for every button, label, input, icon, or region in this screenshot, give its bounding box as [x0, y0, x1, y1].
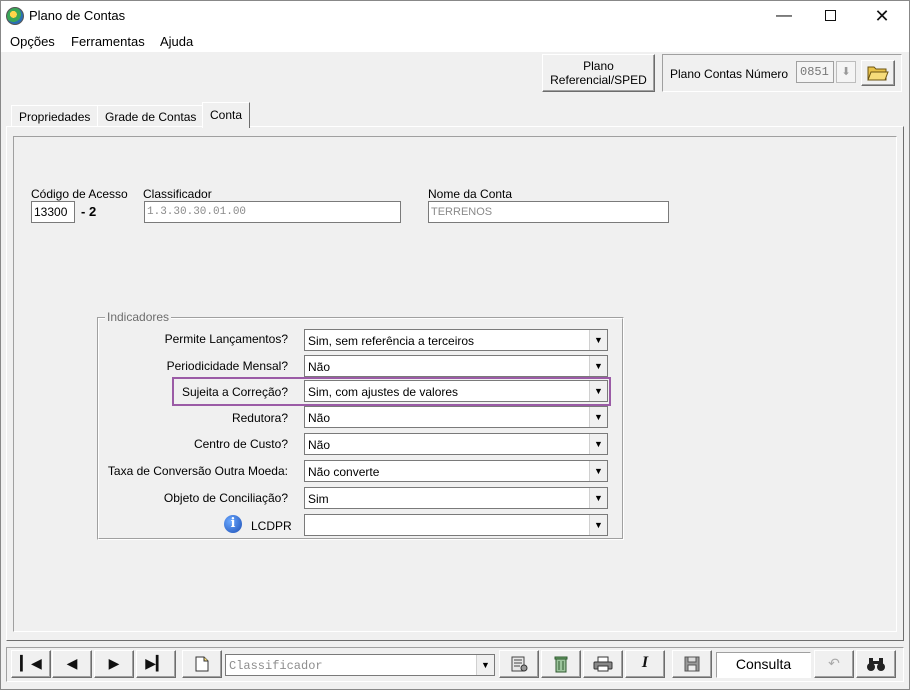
centro-custo-select[interactable]: Não ▼ — [304, 433, 608, 455]
save-button[interactable] — [672, 650, 712, 678]
permite-lancamentos-label: Permite Lançamentos? — [164, 332, 288, 346]
menu-opcoes[interactable]: Opções — [10, 34, 55, 49]
folder-open-icon — [867, 66, 889, 81]
objeto-conciliacao-value: Sim — [308, 492, 329, 506]
plano-referencial-line2: Referencial/SPED — [550, 73, 647, 87]
codigo-acesso-label: Código de Acesso — [31, 187, 128, 201]
objeto-conciliacao-select[interactable]: Sim ▼ — [304, 487, 608, 509]
menu-bar: Opções Ferramentas Ajuda — [1, 31, 909, 52]
close-button[interactable]: ✕ — [859, 1, 905, 31]
taxa-conversao-select[interactable]: Não converte ▼ — [304, 460, 608, 482]
options-icon — [511, 656, 528, 672]
tab-propriedades[interactable]: Propriedades — [11, 105, 99, 127]
window: Plano de Contas — ✕ Opções Ferramentas A… — [0, 0, 910, 690]
plano-contas-number-field[interactable]: 0851 — [796, 61, 834, 83]
chevron-down-icon[interactable]: ▼ — [589, 407, 607, 427]
prev-record-button[interactable]: ◀ — [52, 650, 92, 678]
indicadores-title: Indicadores — [105, 310, 172, 324]
nome-conta-label: Nome da Conta — [428, 187, 513, 201]
menu-ferramentas[interactable]: Ferramentas — [71, 34, 145, 49]
chevron-down-icon[interactable]: ▼ — [589, 356, 607, 376]
first-record-button[interactable]: ▎◀ — [11, 650, 51, 678]
last-record-icon: ▶▎ — [145, 655, 167, 671]
sujeita-correcao-value: Sim, com ajustes de valores — [308, 385, 459, 399]
italic-button[interactable]: I — [625, 650, 665, 678]
lcdpr-select[interactable]: ▼ — [304, 514, 608, 536]
maximize-button[interactable] — [807, 1, 853, 31]
permite-lancamentos-value: Sim, sem referência a terceiros — [308, 334, 475, 348]
info-icon[interactable]: i — [224, 515, 242, 533]
open-folder-button[interactable] — [861, 60, 895, 86]
chevron-down-icon[interactable]: ▼ — [589, 381, 607, 401]
title-bar: Plano de Contas — ✕ — [1, 1, 909, 31]
download-arrow-icon[interactable]: ⬇ — [836, 61, 856, 83]
redutora-value: Não — [308, 411, 331, 425]
sujeita-correcao-select[interactable]: Sim, com ajustes de valores ▼ — [304, 380, 608, 402]
plano-contas-group: Plano Contas Número 0851 ⬇ — [662, 54, 902, 92]
classificador-search-select[interactable]: Classificador ▼ — [225, 654, 495, 676]
taxa-conversao-label: Taxa de Conversão Outra Moeda: — [107, 464, 288, 478]
italic-icon: I — [641, 654, 649, 671]
first-record-icon: ▎◀ — [20, 655, 42, 671]
minimize-button[interactable]: — — [761, 1, 807, 31]
codigo-digit: - 2 — [81, 204, 97, 219]
periodicidade-mensal-select[interactable]: Não ▼ — [304, 355, 608, 377]
periodicidade-mensal-value: Não — [308, 360, 331, 374]
undo-icon: ↶ — [828, 655, 840, 671]
search-button[interactable] — [856, 650, 896, 678]
mode-indicator: Consulta — [716, 652, 811, 678]
chevron-down-icon[interactable]: ▼ — [589, 330, 607, 350]
next-record-icon: ▶ — [108, 655, 120, 671]
tab-grade-de-contas[interactable]: Grade de Contas — [97, 105, 205, 127]
chevron-down-icon[interactable]: ▼ — [589, 461, 607, 481]
delete-icon — [554, 656, 568, 673]
classificador-search-placeholder: Classificador — [229, 659, 323, 673]
chevron-down-icon[interactable]: ▼ — [589, 515, 607, 535]
codigo-acesso-field[interactable]: 13300 — [31, 201, 75, 223]
chevron-down-icon[interactable]: ▼ — [589, 488, 607, 508]
window-title: Plano de Contas — [29, 8, 126, 23]
app-globe-icon — [6, 7, 24, 25]
save-icon — [684, 656, 700, 672]
redutora-select[interactable]: Não ▼ — [304, 406, 608, 428]
classificador-field[interactable]: 1.3.30.30.01.00 — [144, 201, 401, 223]
centro-custo-value: Não — [308, 438, 331, 452]
binoculars-icon — [867, 658, 885, 671]
classificador-label: Classificador — [143, 187, 212, 201]
maximize-icon — [824, 10, 836, 22]
redutora-label: Redutora? — [231, 411, 288, 425]
print-icon — [593, 656, 613, 672]
plano-referencial-line1: Plano — [583, 59, 614, 73]
options-button[interactable] — [499, 650, 539, 678]
print-button[interactable] — [583, 650, 623, 678]
new-document-button[interactable] — [182, 650, 222, 678]
new-document-icon — [195, 656, 209, 672]
objeto-conciliacao-label: Objeto de Conciliação? — [163, 491, 288, 505]
chevron-down-icon[interactable]: ▼ — [589, 434, 607, 454]
nome-conta-field[interactable]: TERRENOS — [428, 201, 669, 223]
lcdpr-label: LCDPR — [251, 519, 292, 533]
delete-button[interactable] — [541, 650, 581, 678]
permite-lancamentos-select[interactable]: Sim, sem referência a terceiros ▼ — [304, 329, 608, 351]
tab-conta[interactable]: Conta — [202, 102, 251, 128]
plano-contas-label: Plano Contas Número — [670, 67, 789, 81]
menu-ajuda[interactable]: Ajuda — [160, 34, 193, 49]
taxa-conversao-value: Não converte — [308, 465, 380, 479]
prev-record-icon: ◀ — [66, 655, 78, 671]
undo-button[interactable]: ↶ — [814, 650, 854, 678]
centro-custo-label: Centro de Custo? — [193, 437, 288, 451]
next-record-button[interactable]: ▶ — [94, 650, 134, 678]
periodicidade-mensal-label: Periodicidade Mensal? — [166, 359, 288, 373]
plano-referencial-button[interactable]: Plano Referencial/SPED — [542, 54, 655, 92]
sujeita-correcao-label: Sujeita a Correção? — [181, 385, 288, 399]
last-record-button[interactable]: ▶▎ — [136, 650, 176, 678]
chevron-down-icon[interactable]: ▼ — [476, 655, 494, 675]
